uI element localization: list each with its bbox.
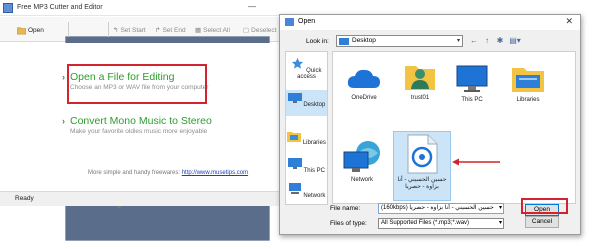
- status-bar: Ready: [0, 191, 281, 206]
- file-name: OneDrive: [351, 95, 377, 101]
- freeware-text: More simple and handy freewares:: [88, 170, 181, 176]
- monitor-icon: [456, 65, 488, 92]
- chevron-down-icon[interactable]: ▾: [499, 219, 502, 226]
- dialog-title-bar: Open ✕: [280, 15, 580, 30]
- back-icon[interactable]: ←: [469, 36, 479, 46]
- file-item-trust01[interactable]: trust01: [393, 60, 447, 102]
- place-this-pc[interactable]: This PC: [286, 158, 327, 174]
- look-in-label: Look in:: [306, 38, 329, 45]
- set-end-button[interactable]: ↱ Set End: [155, 24, 186, 36]
- places-bar: Quick access Desktop Libraries This PC N…: [285, 51, 328, 205]
- desktop-icon: [287, 93, 302, 103]
- file-name-label: File name:: [330, 205, 361, 212]
- open-folder-icon: [17, 27, 26, 34]
- toolbar-divider: [68, 22, 69, 37]
- select-all-label: Select All: [203, 26, 230, 34]
- star-icon: [292, 57, 304, 69]
- file-name-line-1: حسين الحسيني - أنا: [397, 177, 447, 183]
- look-in-value: Desktop: [352, 37, 376, 44]
- highlight-box-open-task: [67, 64, 207, 104]
- up-folder-icon[interactable]: ↑: [482, 36, 492, 46]
- task-title: Convert Mono Music to Stereo: [70, 115, 212, 127]
- place-desktop[interactable]: Desktop: [286, 90, 327, 116]
- file-name: trust01: [410, 95, 430, 101]
- open-toolbar-button[interactable]: Open: [17, 24, 44, 36]
- look-in-select[interactable]: Desktop ▾: [336, 35, 463, 47]
- desktop-folder-icon: [339, 38, 349, 45]
- libraries-icon: [287, 132, 302, 142]
- computer-icon: [288, 158, 303, 169]
- arrow-right-icon: ›: [62, 116, 65, 126]
- open-toolbar-label: Open: [28, 26, 44, 34]
- app-title: Free MP3 Cutter and Editor: [17, 4, 103, 11]
- task-subtitle: Make your favorite oldies music more enj…: [70, 128, 208, 135]
- cancel-button[interactable]: Cancel: [525, 216, 559, 228]
- status-text: Ready: [15, 195, 34, 202]
- deselect-button[interactable]: ▢ Deselect: [243, 24, 276, 36]
- deselect-label: Deselect: [251, 26, 277, 34]
- select-all-icon: ▦: [195, 27, 202, 34]
- new-folder-icon[interactable]: ✱: [495, 36, 505, 46]
- view-menu-icon[interactable]: ▤▾: [508, 36, 522, 46]
- file-type-label: Files of type:: [330, 220, 367, 227]
- folder-icon: [285, 18, 294, 26]
- place-label: Desktop: [303, 102, 326, 108]
- chevron-down-icon: ▾: [456, 38, 460, 44]
- app-title-bar: Free MP3 Cutter and Editor —: [0, 0, 281, 16]
- network-globe-icon: [343, 141, 380, 172]
- select-all-button[interactable]: ▦ Select All: [195, 24, 230, 36]
- set-end-icon: ↱: [155, 27, 161, 34]
- place-label: Libraries: [302, 140, 326, 146]
- file-name: This PC: [461, 97, 483, 103]
- file-name: Libraries: [516, 97, 540, 103]
- place-quick-access[interactable]: Quick access: [286, 57, 327, 80]
- set-start-icon: ↰: [113, 27, 119, 34]
- app-icon: [3, 3, 13, 13]
- file-name-line-2: بزاوة - حصريا: [405, 184, 439, 190]
- audio-file-icon: [407, 134, 438, 174]
- freeware-line: More simple and handy freewares: http://…: [88, 170, 248, 176]
- libraries-folder-icon: [512, 68, 544, 92]
- file-item-this-pc[interactable]: This PC: [445, 64, 499, 104]
- user-folder-icon: [405, 66, 435, 90]
- place-libraries[interactable]: Libraries: [286, 130, 327, 146]
- file-item-onedrive[interactable]: OneDrive: [337, 64, 391, 102]
- file-item-libraries[interactable]: Libraries: [501, 64, 555, 104]
- file-name-input[interactable]: حسين الحسيني - أنا بزاوة - حصريا (160kbp…: [378, 203, 504, 214]
- musetips-link[interactable]: http://www.musetips.com: [182, 170, 248, 176]
- mono-to-stereo-task[interactable]: › Convert Mono Music to Stereo Make your…: [62, 115, 212, 135]
- set-end-label: Set End: [162, 26, 186, 34]
- dialog-title: Open: [298, 18, 316, 25]
- toolbar-divider: [108, 22, 109, 37]
- network-icon: [288, 183, 301, 194]
- app-toolbar: Open ↰ Set Start ↱ Set End ▦ Select All …: [0, 17, 281, 241]
- file-item-network[interactable]: Network: [335, 140, 389, 184]
- minimize-button[interactable]: —: [248, 2, 256, 11]
- close-button[interactable]: ✕: [565, 16, 573, 27]
- file-item-audio-selected[interactable]: حسين الحسيني - أنا بزاوة - حصريا: [393, 131, 451, 201]
- arrow-right-icon: ›: [62, 72, 65, 82]
- highlight-arrow-icon: [452, 158, 500, 166]
- deselect-icon: ▢: [243, 27, 250, 34]
- set-start-label: Set Start: [120, 26, 146, 34]
- file-type-select[interactable]: All Supported Files (*.mp3;*.wav): [378, 218, 504, 229]
- place-label: This PC: [303, 168, 325, 174]
- set-start-button[interactable]: ↰ Set Start: [113, 24, 146, 36]
- file-name: Network: [350, 177, 373, 183]
- place-network[interactable]: Network: [286, 183, 327, 199]
- file-list: OneDrive trust01 This PC Libraries Netwo…: [332, 51, 576, 204]
- highlight-box-open-button: [521, 198, 568, 214]
- onedrive-cloud-icon: [347, 69, 380, 88]
- chevron-down-icon[interactable]: ▾: [499, 204, 502, 211]
- place-label: Network: [303, 193, 326, 199]
